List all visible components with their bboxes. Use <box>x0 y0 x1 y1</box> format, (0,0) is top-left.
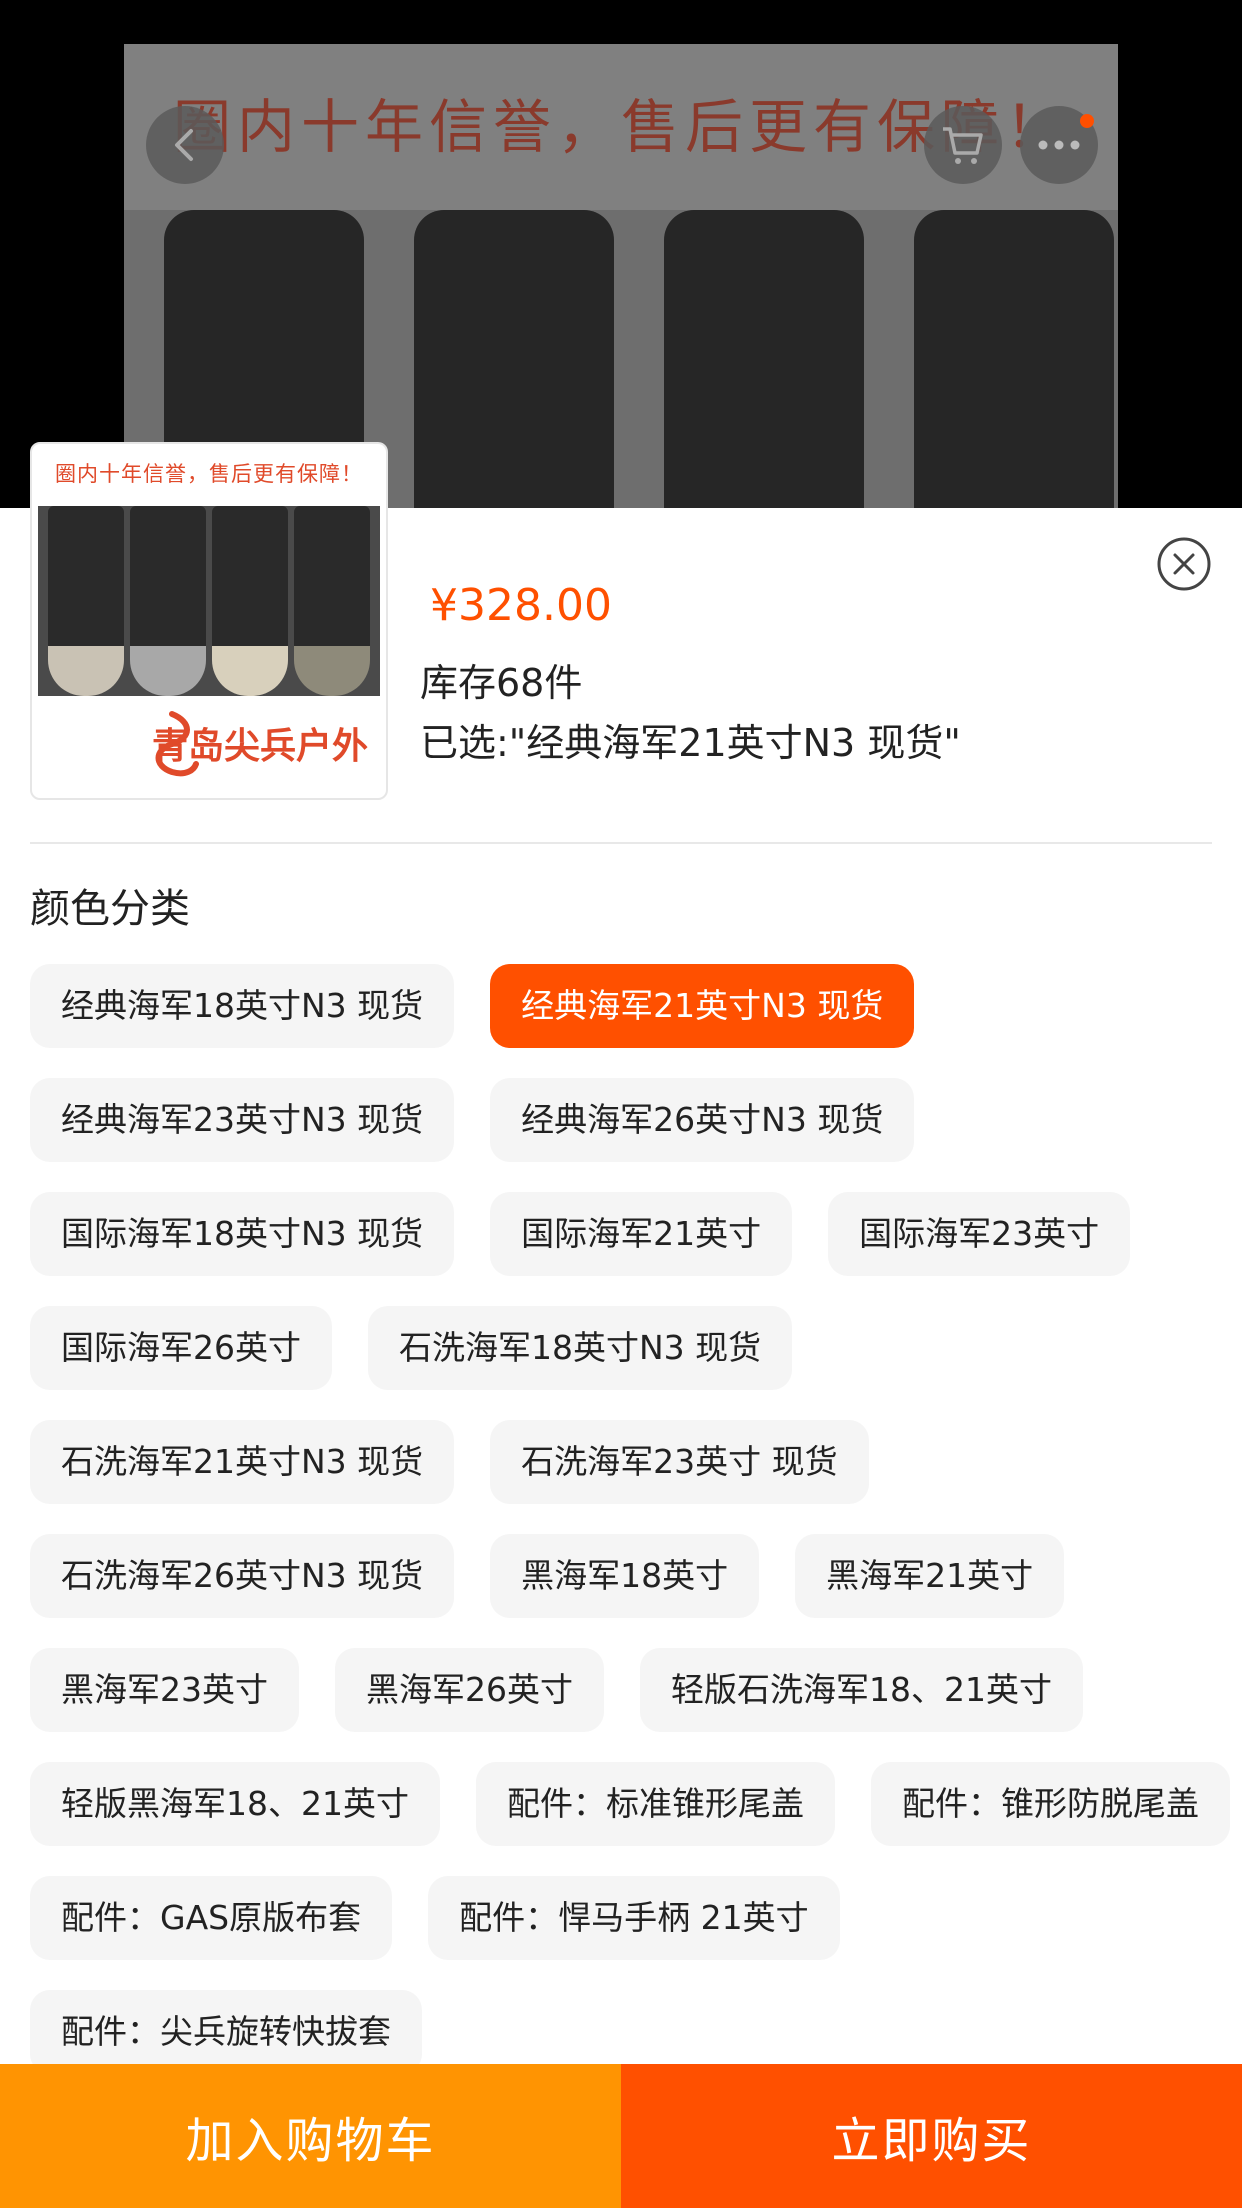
sku-option[interactable]: 国际海军26英寸 <box>30 1306 332 1390</box>
product-thumbnail[interactable]: 圈内十年信誉，售后更有保障！ 青岛尖兵户外 <box>30 442 388 800</box>
sku-option[interactable]: 配件：GAS原版布套 <box>30 1876 393 1960</box>
more-icon <box>1038 140 1080 150</box>
sku-option[interactable]: 国际海军23英寸 <box>828 1192 1131 1276</box>
chevron-left-icon <box>175 129 193 161</box>
sku-option[interactable]: 配件：悍马手柄 21英寸 <box>428 1876 840 1960</box>
bottom-action-bar: 加入购物车 立即购买 <box>0 2064 1242 2208</box>
buy-now-button[interactable]: 立即购买 <box>621 2064 1242 2208</box>
thumbnail-logo-text: 青岛尖兵户外 <box>151 725 368 767</box>
notification-dot <box>1080 114 1094 128</box>
status-bar <box>0 0 1242 44</box>
sku-option[interactable]: 配件：尖兵旋转快拔套 <box>30 1990 422 2074</box>
stock-count: 库存68件 <box>420 661 583 705</box>
rod-grip <box>664 210 864 508</box>
add-to-cart-button[interactable]: 加入购物车 <box>0 2064 621 2208</box>
sku-option[interactable]: 轻版黑海军18、21英寸 <box>30 1762 440 1846</box>
sku-option[interactable]: 配件：锥形防脱尾盖 <box>870 1762 1230 1846</box>
sku-option[interactable]: 经典海军18英寸N3 现货 <box>30 964 455 1048</box>
thumbnail-banner-text: 圈内十年信誉，售后更有保障！ <box>55 462 363 486</box>
rod-grip <box>414 210 614 508</box>
sku-option[interactable]: 黑海军26英寸 <box>335 1648 604 1732</box>
sku-options-list: 经典海军18英寸N3 现货 经典海军21英寸N3 现货 经典海军23英寸N3 现货经… <box>30 964 1230 2074</box>
sku-option[interactable]: 经典海军26英寸N3 现货 <box>490 1078 915 1162</box>
divider <box>30 842 1212 844</box>
sku-option[interactable]: 黑海军21英寸 <box>795 1534 1065 1618</box>
sku-option[interactable]: 石洗海军21英寸N3 现货 <box>30 1420 455 1504</box>
sku-option[interactable]: 经典海军21英寸N3 现货 <box>490 964 915 1048</box>
close-icon[interactable] <box>1156 536 1212 592</box>
cart-button[interactable] <box>924 106 1002 184</box>
sku-option[interactable]: 国际海军21英寸 <box>490 1192 793 1276</box>
sku-option[interactable]: 配件：标准锥形尾盖 <box>475 1762 835 1846</box>
section-title-color: 颜色分类 <box>30 886 190 932</box>
selected-variant: 已选:"经典海军21英寸N3 现货" <box>420 721 961 765</box>
sku-option[interactable]: 石洗海军26英寸N3 现货 <box>30 1534 455 1618</box>
sku-option[interactable]: 石洗海军23英寸 现货 <box>490 1420 869 1504</box>
sku-option[interactable]: 黑海军18英寸 <box>490 1534 760 1618</box>
price: ¥328.00 <box>430 580 612 631</box>
back-button[interactable] <box>146 106 224 184</box>
sku-option[interactable]: 石洗海军18英寸N3 现货 <box>368 1306 793 1390</box>
rod-grip <box>914 210 1114 508</box>
sku-option[interactable]: 黑海军23英寸 <box>30 1648 299 1732</box>
sku-option[interactable]: 轻版石洗海军18、21英寸 <box>640 1648 1083 1732</box>
sku-option[interactable]: 经典海军23英寸N3 现货 <box>30 1078 455 1162</box>
cart-icon <box>943 127 983 164</box>
sku-option[interactable]: 国际海军18英寸N3 现货 <box>30 1192 455 1276</box>
thumbnail-rods <box>38 506 380 696</box>
product-image-backdrop: 圈内十年信誉，售后更有保障！ <box>0 0 1242 508</box>
